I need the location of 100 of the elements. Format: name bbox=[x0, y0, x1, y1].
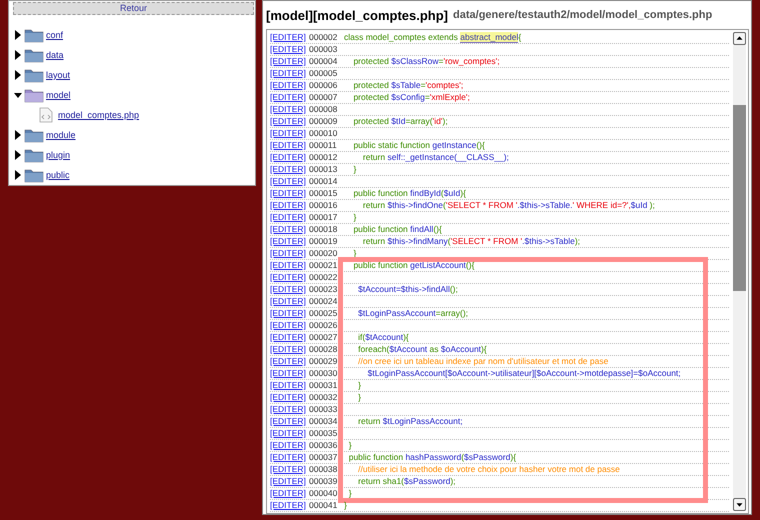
edit-link[interactable]: [EDITER] bbox=[270, 476, 309, 487]
code-line: } bbox=[352, 212, 356, 223]
folder-icon bbox=[24, 128, 44, 142]
edit-link[interactable]: [EDITER] bbox=[270, 284, 309, 295]
code-line: public function getListAccount(){ bbox=[352, 260, 474, 271]
code-line: //utiliser ici la methode de votre choix pour hasher votre mot de passe bbox=[357, 464, 620, 475]
folder-link[interactable]: conf bbox=[46, 30, 64, 40]
folder-icon bbox=[24, 48, 44, 62]
code-line: public function findAll(){ bbox=[352, 224, 442, 235]
edit-link[interactable]: [EDITER] bbox=[270, 368, 309, 379]
expand-triangle-icon[interactable] bbox=[14, 150, 22, 160]
line-number: 000023 bbox=[309, 284, 338, 295]
line-number: 000026 bbox=[309, 320, 338, 331]
edit-link[interactable]: [EDITER] bbox=[270, 440, 309, 451]
collapse-triangle-icon[interactable] bbox=[14, 90, 22, 100]
line-number: 000028 bbox=[309, 344, 338, 355]
folder-link[interactable]: module bbox=[46, 130, 76, 140]
code-line: } bbox=[348, 440, 352, 451]
edit-link[interactable]: [EDITER] bbox=[270, 224, 309, 235]
edit-link[interactable]: [EDITER] bbox=[270, 188, 309, 199]
folder-link[interactable]: layout bbox=[46, 70, 70, 80]
code-line: public function hashPassword($sPassword){ bbox=[348, 452, 516, 463]
edit-link[interactable]: [EDITER] bbox=[270, 344, 309, 355]
line-number: 000009 bbox=[309, 116, 338, 127]
edit-link[interactable]: [EDITER] bbox=[270, 356, 309, 367]
expand-triangle-icon[interactable] bbox=[14, 170, 22, 180]
scroll-up-icon[interactable] bbox=[733, 32, 746, 45]
code-line: //on cree ici un tableau indexe par nom d'utilisateur et mot de pase bbox=[357, 356, 608, 367]
line-number: 000005 bbox=[309, 68, 338, 79]
edit-link[interactable]: [EDITER] bbox=[270, 236, 309, 247]
edit-link[interactable]: [EDITER] bbox=[270, 128, 309, 139]
line-number: 000017 bbox=[309, 212, 338, 223]
line-number: 000011 bbox=[309, 140, 338, 151]
expand-triangle-icon[interactable] bbox=[14, 130, 22, 140]
line-number: 000032 bbox=[309, 392, 338, 403]
edit-link[interactable]: [EDITER] bbox=[270, 44, 309, 55]
expand-triangle-icon[interactable] bbox=[14, 30, 22, 40]
scrollbar[interactable] bbox=[733, 32, 746, 511]
line-number: 000012 bbox=[309, 152, 338, 163]
line-number: 000038 bbox=[309, 464, 338, 475]
scroll-down-icon[interactable] bbox=[733, 498, 746, 511]
line-number: 000004 bbox=[309, 56, 338, 67]
folder-link[interactable]: plugin bbox=[46, 150, 70, 160]
scroll-thumb[interactable] bbox=[733, 105, 746, 291]
folder-link[interactable]: model bbox=[46, 90, 71, 100]
edit-link[interactable]: [EDITER] bbox=[270, 248, 309, 259]
edit-link[interactable]: [EDITER] bbox=[270, 416, 309, 427]
edit-link[interactable]: [EDITER] bbox=[270, 152, 309, 163]
expand-triangle-icon[interactable] bbox=[14, 50, 22, 60]
edit-link[interactable]: [EDITER] bbox=[270, 452, 309, 463]
edit-link[interactable]: [EDITER] bbox=[270, 212, 309, 223]
edit-link[interactable]: [EDITER] bbox=[270, 320, 309, 331]
folder-icon bbox=[24, 88, 44, 102]
edit-link[interactable]: [EDITER] bbox=[270, 428, 309, 439]
line-number: 000039 bbox=[309, 476, 338, 487]
edit-link[interactable]: [EDITER] bbox=[270, 164, 309, 175]
edit-link[interactable]: [EDITER] bbox=[270, 140, 309, 151]
line-number: 000018 bbox=[309, 224, 338, 235]
line-number: 000013 bbox=[309, 164, 338, 175]
edit-link[interactable]: [EDITER] bbox=[270, 32, 309, 43]
code-line: public function findById($uId){ bbox=[352, 188, 466, 199]
line-number: 000010 bbox=[309, 128, 338, 139]
edit-link[interactable]: [EDITER] bbox=[270, 488, 309, 499]
edit-link[interactable]: [EDITER] bbox=[270, 68, 309, 79]
back-button[interactable]: Retour bbox=[13, 2, 254, 15]
code-line: return sha1($sPassword); bbox=[357, 476, 456, 487]
code-line: foreach($tAccount as $oAccount){ bbox=[357, 344, 487, 355]
code-line: $tAccount=$this->findAll(); bbox=[357, 284, 458, 295]
edit-link[interactable]: [EDITER] bbox=[270, 464, 309, 475]
folder-link[interactable]: data bbox=[46, 50, 64, 60]
line-number: 000036 bbox=[309, 440, 338, 451]
edit-link[interactable]: [EDITER] bbox=[270, 116, 309, 127]
edit-link[interactable]: [EDITER] bbox=[270, 92, 309, 103]
line-number: 000035 bbox=[309, 428, 338, 439]
edit-link[interactable]: [EDITER] bbox=[270, 500, 309, 511]
edit-link[interactable]: [EDITER] bbox=[270, 308, 309, 319]
code-line: } bbox=[348, 488, 352, 499]
edit-link[interactable]: [EDITER] bbox=[270, 404, 309, 415]
edit-link[interactable]: [EDITER] bbox=[270, 80, 309, 91]
edit-link[interactable]: [EDITER] bbox=[270, 272, 309, 283]
edit-link[interactable]: [EDITER] bbox=[270, 200, 309, 211]
edit-link[interactable]: [EDITER] bbox=[270, 56, 309, 67]
code-line: } bbox=[357, 380, 362, 391]
code-line: protected $sClassRow='row_comptes'; bbox=[352, 56, 500, 67]
code-line: return $this->findMany('SELECT * FROM '.$this->sTable); bbox=[362, 236, 580, 247]
file-link[interactable]: model_comptes.php bbox=[58, 110, 140, 120]
line-number: 000022 bbox=[309, 272, 338, 283]
edit-link[interactable]: [EDITER] bbox=[270, 296, 309, 307]
edit-link[interactable]: [EDITER] bbox=[270, 260, 309, 271]
line-number: 000031 bbox=[309, 380, 338, 391]
edit-link[interactable]: [EDITER] bbox=[270, 380, 309, 391]
edit-link[interactable]: [EDITER] bbox=[270, 392, 309, 403]
edit-link[interactable]: [EDITER] bbox=[270, 104, 309, 115]
folder-link[interactable]: public bbox=[46, 170, 70, 180]
line-number: 000020 bbox=[309, 248, 338, 259]
file-path: data/genere/testauth2/model/model_comptes.php bbox=[453, 9, 712, 21]
code-line: protected $tId=array('id'); bbox=[352, 116, 448, 127]
edit-link[interactable]: [EDITER] bbox=[270, 332, 309, 343]
expand-triangle-icon[interactable] bbox=[14, 70, 22, 80]
edit-link[interactable]: [EDITER] bbox=[270, 176, 309, 187]
